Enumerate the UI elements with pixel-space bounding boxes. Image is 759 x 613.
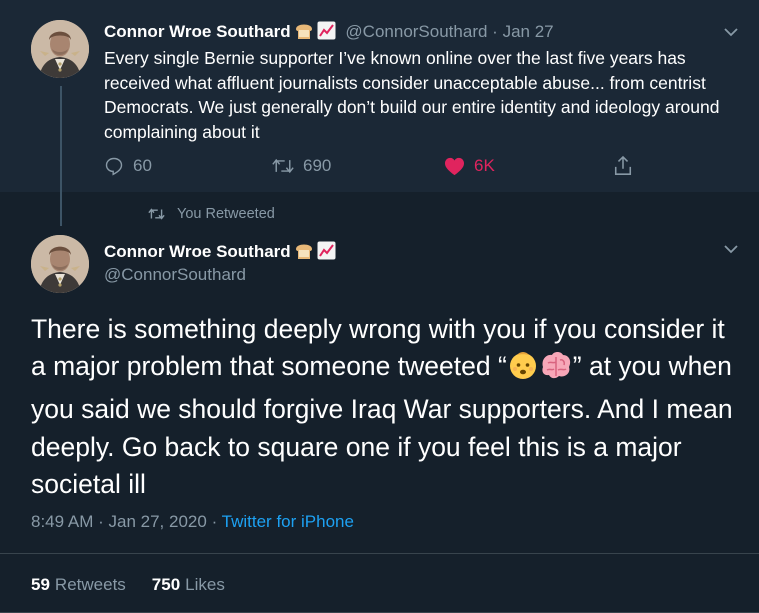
author-handle[interactable]: @ConnorSouthard <box>104 265 246 285</box>
chevron-down-icon[interactable] <box>722 240 740 258</box>
reply-button[interactable]: 60 <box>104 152 152 180</box>
bread-emoji-icon <box>294 22 314 45</box>
share-button[interactable] <box>613 152 633 180</box>
baby-emoji-icon <box>507 349 539 391</box>
avatar-portrait-icon <box>31 20 89 78</box>
divider <box>0 553 759 554</box>
like-button[interactable]: 6K <box>444 152 495 180</box>
retweet-button[interactable]: 690 <box>272 152 331 180</box>
like-count: 6K <box>474 156 495 175</box>
likes-stat[interactable]: 750 Likes <box>152 575 225 595</box>
chart-increasing-icon <box>317 241 336 265</box>
share-icon <box>614 155 632 175</box>
retweets-count: 59 <box>31 575 50 594</box>
retweets-stat[interactable]: 59 Retweets <box>31 575 126 595</box>
author-name[interactable]: Connor Wroe Southard <box>104 242 291 261</box>
dot-separator: · <box>492 22 498 41</box>
tweet-date[interactable]: Jan 27 <box>503 22 554 41</box>
likes-label: Likes <box>185 575 225 594</box>
retweet-count: 690 <box>303 156 332 175</box>
likes-count: 750 <box>151 575 181 594</box>
tweet1-header: Connor Wroe Southard @ConnorSouthard · J… <box>104 21 554 45</box>
dot-separator: · <box>211 512 218 531</box>
author-name[interactable]: Connor Wroe Southard <box>104 22 291 41</box>
tweet-time[interactable]: 8:49 AM <box>31 512 93 531</box>
brain-emoji-icon <box>539 349 573 391</box>
tweet2-header: Connor Wroe Southard <box>104 241 336 265</box>
avatar[interactable] <box>31 20 89 78</box>
tweet-stats: 59 Retweets 750 Likes <box>31 575 251 595</box>
tweet-source-link[interactable]: Twitter for iPhone <box>222 512 354 531</box>
retweeted-note: You Retweeted <box>148 206 275 222</box>
tweet-metadata: 8:49 AM · Jan 27, 2020 · Twitter for iPh… <box>31 512 354 532</box>
tweet2-text: There is something deeply wrong with you… <box>31 311 746 503</box>
tweet-full-date[interactable]: Jan 27, 2020 <box>109 512 207 531</box>
tweet1-text: Every single Bernie supporter I’ve known… <box>104 48 720 142</box>
retweeted-label: You Retweeted <box>177 206 275 222</box>
retweets-label: Retweets <box>54 575 126 594</box>
chevron-down-icon[interactable] <box>722 23 740 41</box>
bread-emoji-icon <box>294 242 314 265</box>
thread-connector-line <box>60 86 62 226</box>
dot-separator: · <box>98 512 104 531</box>
reply-count: 60 <box>133 156 152 175</box>
reply-icon <box>105 157 123 176</box>
retweet-small-icon <box>148 208 165 220</box>
avatar-portrait-icon <box>31 235 89 293</box>
retweet-icon <box>272 158 294 174</box>
heart-icon <box>445 157 464 175</box>
chart-increasing-icon <box>317 21 336 45</box>
author-handle[interactable]: @ConnorSouthard <box>345 22 487 41</box>
avatar[interactable] <box>31 235 89 293</box>
